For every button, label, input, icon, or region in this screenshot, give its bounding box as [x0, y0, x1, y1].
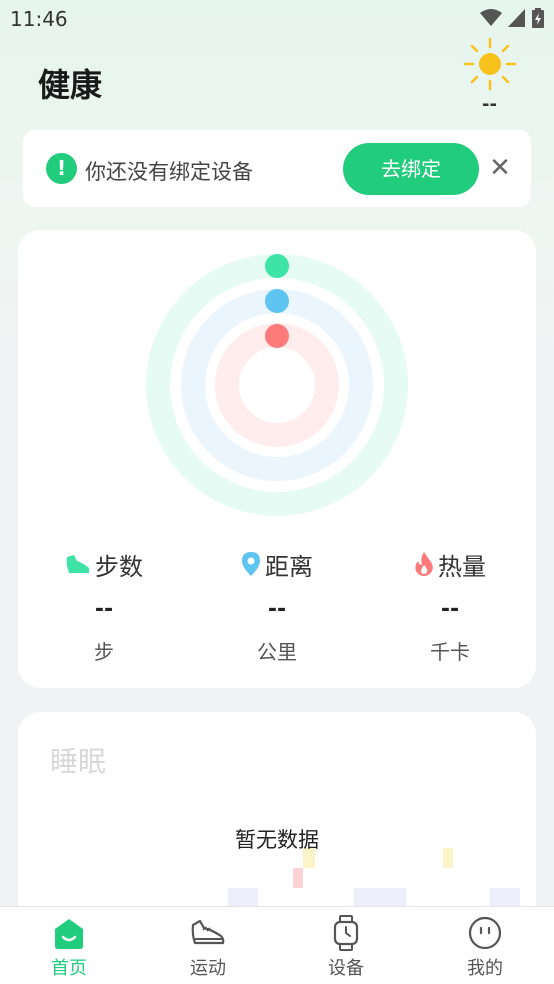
battery-icon: [532, 8, 544, 28]
face-icon: [468, 916, 502, 950]
location-pin-icon: [242, 552, 260, 576]
distance-ring-dot: [265, 289, 289, 313]
calories-ring-dot: [265, 324, 289, 348]
activity-rings: [146, 254, 408, 516]
bind-message: 你还没有绑定设备: [85, 160, 253, 184]
sleep-bar: [490, 888, 520, 908]
nav-item-sport[interactable]: 运动: [139, 907, 277, 984]
status-bar: 11:46: [0, 0, 554, 36]
steps-ring-dot: [265, 254, 289, 278]
alert-icon: !: [46, 153, 77, 184]
nav-item-profile[interactable]: 我的: [416, 907, 554, 984]
distance-unit: 公里: [257, 640, 297, 664]
weather-temperature: --: [482, 94, 497, 115]
bind-device-button[interactable]: 去绑定: [343, 143, 479, 195]
home-icon: [55, 919, 83, 949]
signal-icon: [508, 9, 525, 27]
steps-value: --: [94, 597, 114, 622]
sun-icon[interactable]: [462, 36, 518, 92]
calories-unit: 千卡: [430, 640, 470, 664]
sleep-bar: [354, 888, 406, 908]
sleep-title: 睡眠: [50, 745, 107, 778]
activity-card[interactable]: 步数 -- 步 距离 -- 公里 热量 -- 千卡: [18, 230, 536, 688]
sleep-empty-text: 暂无数据: [235, 828, 319, 852]
distance-value: --: [267, 597, 287, 622]
steps-stat: 步数 -- 步: [18, 546, 190, 665]
close-icon[interactable]: ✕: [487, 153, 513, 183]
steps-unit: 步: [94, 640, 114, 664]
status-time: 11:46: [10, 7, 68, 31]
flame-icon: [415, 552, 433, 576]
page-title: 健康: [38, 66, 103, 104]
sleep-bar: [293, 868, 303, 888]
sneaker-icon: [191, 919, 225, 945]
bottom-nav: 首页 运动 设备 我的: [0, 906, 554, 984]
shoe-icon: [66, 555, 89, 573]
distance-stat: 距离 -- 公里: [191, 546, 363, 665]
bind-device-banner: ! 你还没有绑定设备 去绑定 ✕: [23, 130, 531, 207]
steps-label: 步数: [95, 552, 143, 581]
nav-label-sport: 运动: [190, 958, 226, 979]
nav-label-device: 设备: [328, 958, 364, 979]
nav-item-home[interactable]: 首页: [0, 907, 138, 984]
sleep-bar: [228, 888, 258, 908]
nav-label-home: 首页: [51, 958, 87, 979]
wifi-icon: [480, 9, 502, 26]
status-icons: [480, 8, 544, 28]
nav-label-profile: 我的: [467, 958, 503, 979]
calories-label: 热量: [438, 552, 486, 581]
distance-label: 距离: [265, 552, 313, 581]
watch-icon: [333, 915, 359, 951]
calories-stat: 热量 -- 千卡: [364, 546, 536, 665]
nav-item-device[interactable]: 设备: [277, 907, 415, 984]
calories-value: --: [440, 597, 460, 622]
calories-ring-track: [215, 323, 339, 447]
